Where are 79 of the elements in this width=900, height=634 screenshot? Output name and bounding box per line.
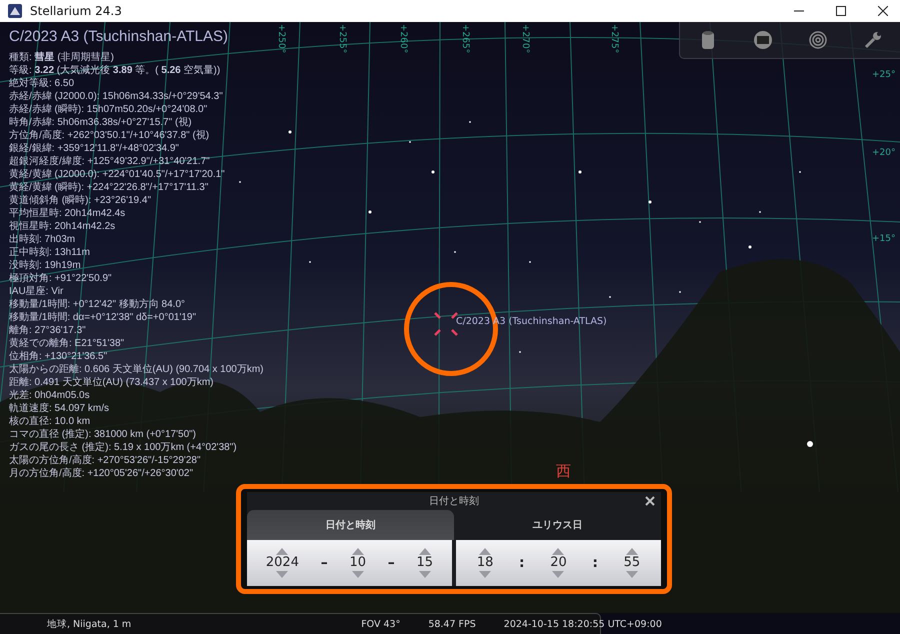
grid-label: +265° [460,24,470,54]
info-line: IAU星座: Vir [9,285,64,298]
info-line: 距離: 0.491 天文単位(AU) (73.437 x 100万km) [9,376,215,389]
info-line: 太陽からの距離: 0.606 天文単位(AU) (90.704 x 100万km) [9,363,264,376]
info-line: 月の方位角/高度: +120°05'26"/+26°30'02" [9,467,194,480]
up-arrow-icon[interactable] [418,548,431,555]
info-line: 銀経/銀緯: +359°12'11.8"/+48°02'34.9" [9,142,180,155]
info-line: 黄経/黄緯 (J2000.0): +224°01'40.5"/+17°17'20.1" [9,168,226,181]
app-icon [8,4,22,18]
location-text: 地球, Niigata, 1 m [47,618,132,630]
separator: : [592,555,598,571]
up-arrow-icon[interactable] [552,548,564,555]
up-arrow-icon[interactable] [479,548,492,555]
info-line: 太陽の方位角/高度: +270°53'26"/-15°29'28" [9,454,202,467]
info-line: 位相角: +130°21'36.5" [9,350,108,363]
down-arrow-icon[interactable] [552,571,564,578]
spin-value[interactable]: 18 [476,555,494,571]
spin-value[interactable]: 20 [550,555,567,571]
up-arrow-icon[interactable] [352,548,364,555]
dialog-title: 日付と時刻 [429,494,479,508]
grid-label: +20° [872,148,896,158]
down-arrow-icon[interactable] [479,571,492,578]
info-line: 移動量/1時間: +0°12'42" 移動方向 84.0° [9,298,186,311]
info-line: 核の直径: 10.0 km [9,415,92,428]
grid-label: +270° [520,24,530,54]
info-line: 絶対等級: 6.50 [9,77,76,90]
maximize-icon [836,6,846,16]
up-arrow-icon[interactable] [626,548,638,555]
crosshair-icon [434,312,458,336]
info-line: 黄経/黄緯 (瞬時): +224°22'26.8"/+17°17'11.3" [9,181,210,194]
info-line: 赤経/赤緯 (瞬時): 15h07m50.20s/+0°24'08.0" [9,103,208,116]
info-line: コマの直径 (推定): 381000 km (+0°17'50") [9,428,198,441]
close-icon[interactable] [643,494,657,508]
separator: – [320,555,328,571]
up-arrow-icon[interactable] [276,548,288,555]
grid-label: +275° [609,24,619,54]
close-icon [878,6,888,16]
info-line: ガスの尾の長さ (推定): 5.19 x 100万km (+4°02'38") [9,441,238,454]
cardinal-direction: 西 [556,462,571,481]
info-line: 黄道傾斜角 (瞬時): +23°26'19.4" [9,194,152,207]
fps-text: 58.47 FPS [428,618,476,630]
dialog-tab[interactable]: ユリウス日 [454,510,661,540]
dialog-tab[interactable]: 日付と時刻 [247,510,454,540]
info-line: 等級: 3.22 (大気減光後 3.89 等。( 5.26 空気量)) [9,64,222,77]
info-line: 極頂対角: +91°22'50.9" [9,272,113,285]
separator: : [518,555,525,571]
spin-value[interactable]: 10 [349,555,366,571]
grid-label: +25° [872,70,896,80]
datetime-text: 2024-10-15 18:20:55 UTC+09:00 [504,618,662,630]
grid-label: +250° [276,24,286,54]
info-line: 光差: 0h04m05.0s [9,389,91,402]
info-line: 軌道速度: 54.097 km/s [9,402,110,415]
info-line: 没時刻: 19h19m [9,259,82,272]
info-line: 方位角/高度: +262°03'50.1"/+10°46'37.8" (視) [9,129,210,142]
object-title: C/2023 A3 (Tsuchinshan-ATLAS) [9,28,230,45]
info-line: 種類: 彗星 (非周期彗星) [9,51,116,64]
info-line: 出時刻: 7h03m [9,233,76,246]
fov-text: FOV 43° [361,618,400,630]
down-arrow-icon[interactable] [418,571,431,578]
spin-value[interactable]: 55 [624,555,640,571]
info-line: 離角: 27°36'17.3" [9,324,87,337]
spin-value[interactable]: 2024 [266,555,299,571]
info-line: 黄経での離角: E21°51'38" [9,337,126,350]
info-line: 超銀河経度/緯度: +125°49'32.9"/+31°40'21.7" [9,155,211,168]
info-line: 移動量/1時間: dα=+0°12'38" dδ=+0°01'19" [9,311,198,324]
spin-value[interactable]: 15 [416,555,434,571]
info-line: 正中時刻: 13h11m [9,246,91,259]
grid-label: +255° [337,24,347,54]
down-arrow-icon[interactable] [352,571,364,578]
grid-label: +15° [872,234,896,244]
info-line: 平均恒星時: 20h14m42.4s [9,207,126,220]
down-arrow-icon[interactable] [276,571,288,578]
window-title: Stellarium 24.3 [30,4,123,18]
info-line: 赤経/赤緯 (J2000.0): 15h06m34.33s/+0°29'54.3" [9,90,224,103]
grid-label: +260° [398,24,408,54]
info-line: 時角/赤緯: 5h06m36.38s/+0°27'15.7" (視) [9,116,193,129]
separator: – [388,555,395,571]
info-line: 視恒星時: 20h14m42.2s [9,220,116,233]
down-arrow-icon[interactable] [626,571,638,578]
